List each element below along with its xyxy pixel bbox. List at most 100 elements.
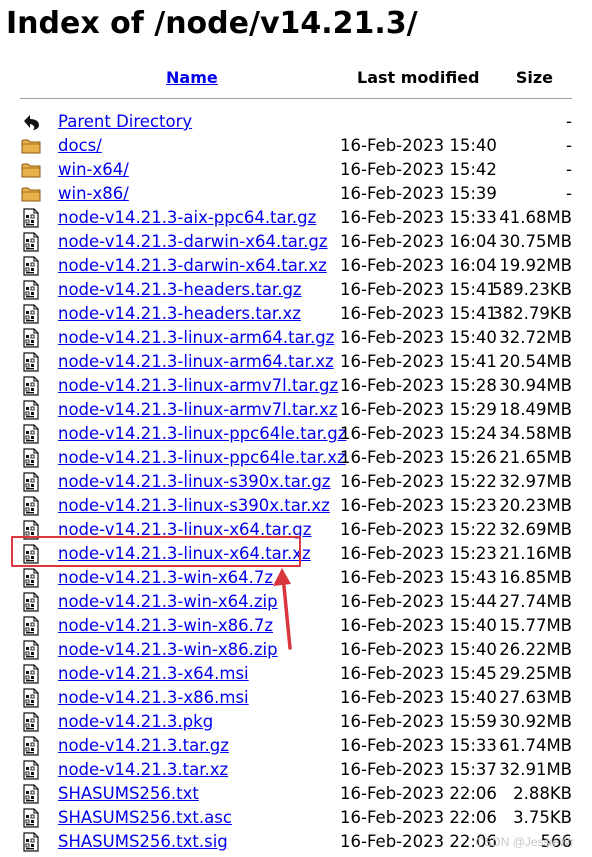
modified-date: 16-Feb-2023 15:26 xyxy=(340,448,497,467)
file-link[interactable]: node-v14.21.3-x64.msi xyxy=(58,662,249,686)
file-link[interactable]: SHASUMS256.txt xyxy=(58,782,199,806)
list-item: SHASUMS256.txt 16-Feb-2023 22:06 2.88KB xyxy=(0,782,592,806)
file-link[interactable]: node-v14.21.3-linux-s390x.tar.gz xyxy=(58,470,331,494)
list-item: node-v14.21.3-linux-s390x.tar.gz 16-Feb-2… xyxy=(0,470,592,494)
file-size: 27.74MB xyxy=(499,592,572,611)
binary-file-icon xyxy=(21,232,41,252)
file-size: 32.69MB xyxy=(499,520,572,539)
list-item: win-x64/16-Feb-2023 15:42 - xyxy=(0,158,592,182)
highlight-box xyxy=(11,536,301,567)
red-arrow-annotation xyxy=(273,568,292,650)
modified-date: 16-Feb-2023 15:22 xyxy=(340,520,497,539)
list-item: node-v14.21.3-darwin-x64.tar.gz 16-Feb-20… xyxy=(0,230,592,254)
file-link[interactable]: node-v14.21.3.tar.xz xyxy=(58,758,228,782)
file-size: 20.23MB xyxy=(499,496,572,515)
file-link[interactable]: node-v14.21.3-darwin-x64.tar.xz xyxy=(58,254,327,278)
binary-file-icon xyxy=(21,496,41,516)
binary-file-icon xyxy=(21,712,41,732)
file-size: 32.97MB xyxy=(499,472,572,491)
file-size: - xyxy=(566,160,572,179)
list-item: node-v14.21.3.tar.xz 16-Feb-2023 15:37 32.… xyxy=(0,758,592,782)
file-size: 30.75MB xyxy=(499,232,572,251)
list-item: node-v14.21.3-aix-ppc64.tar.gz 16-Feb-202… xyxy=(0,206,592,230)
modified-date: 16-Feb-2023 16:04 xyxy=(340,232,497,251)
list-item: node-v14.21.3.pkg 16-Feb-2023 15:59 30.92M… xyxy=(0,710,592,734)
file-link[interactable]: node-v14.21.3-linux-armv7l.tar.gz xyxy=(58,374,338,398)
binary-file-icon xyxy=(21,736,41,756)
file-link[interactable]: node-v14.21.3-headers.tar.gz xyxy=(58,278,302,302)
list-item: node-v14.21.3-x86.msi 16-Feb-2023 15:40 27… xyxy=(0,686,592,710)
file-size: 41.68MB xyxy=(499,208,572,227)
file-link[interactable]: node-v14.21.3-linux-arm64.tar.xz xyxy=(58,350,334,374)
file-link[interactable]: node-v14.21.3.pkg xyxy=(58,710,213,734)
file-link[interactable]: node-v14.21.3-linux-armv7l.tar.xz xyxy=(58,398,337,422)
watermark: CSDN @JessieWr xyxy=(475,835,574,849)
modified-date: 16-Feb-2023 15:41 xyxy=(340,352,497,371)
binary-file-icon xyxy=(21,640,41,660)
modified-date: 16-Feb-2023 15:24 xyxy=(340,424,497,443)
file-size: 32.91MB xyxy=(499,760,572,779)
binary-file-icon xyxy=(21,808,41,828)
modified-date: 16-Feb-2023 15:43 xyxy=(340,568,497,587)
file-link[interactable]: node-v14.21.3-win-x86.7z xyxy=(58,614,273,638)
file-link[interactable]: node-v14.21.3-linux-arm64.tar.gz xyxy=(58,326,334,350)
modified-date: 16-Feb-2023 15:37 xyxy=(340,760,497,779)
file-size: - xyxy=(566,112,572,131)
binary-file-icon xyxy=(21,760,41,780)
binary-file-icon xyxy=(21,352,41,372)
file-link[interactable]: node-v14.21.3-linux-s390x.tar.xz xyxy=(58,494,330,518)
list-item: node-v14.21.3-linux-ppc64le.tar.xz 16-Feb… xyxy=(0,446,592,470)
modified-date: 16-Feb-2023 15:40 xyxy=(340,688,497,707)
file-link[interactable]: win-x86/ xyxy=(58,182,129,206)
list-item: node-v14.21.3-linux-s390x.tar.xz 16-Feb-2… xyxy=(0,494,592,518)
modified-date: 16-Feb-2023 22:06 xyxy=(340,784,497,803)
file-size: 29.25MB xyxy=(499,664,572,683)
binary-file-icon xyxy=(21,448,41,468)
back-arrow-icon xyxy=(21,112,41,132)
sort-by-name-link[interactable]: Name xyxy=(166,66,218,90)
modified-date: 16-Feb-2023 15:40 xyxy=(340,640,497,659)
binary-file-icon xyxy=(21,256,41,276)
header-divider xyxy=(20,98,572,99)
list-item: node-v14.21.3-linux-arm64.tar.gz 16-Feb-2… xyxy=(0,326,592,350)
file-link[interactable]: node-v14.21.3-win-x64.zip xyxy=(58,590,278,614)
file-link[interactable]: node-v14.21.3-linux-ppc64le.tar.xz xyxy=(58,446,346,470)
modified-date: 16-Feb-2023 15:28 xyxy=(340,376,497,395)
file-size: - xyxy=(566,136,572,155)
binary-file-icon xyxy=(21,424,41,444)
list-item: SHASUMS256.txt.asc 16-Feb-2023 22:06 3.75K… xyxy=(0,806,592,830)
file-link[interactable]: SHASUMS256.txt.asc xyxy=(58,806,232,830)
modified-date: 16-Feb-2023 15:59 xyxy=(340,712,497,731)
file-link[interactable]: node-v14.21.3-win-x86.zip xyxy=(58,638,278,662)
binary-file-icon xyxy=(21,208,41,228)
binary-file-icon xyxy=(21,328,41,348)
file-link[interactable]: SHASUMS256.txt.sig xyxy=(58,830,228,854)
file-link[interactable]: node-v14.21.3-darwin-x64.tar.gz xyxy=(58,230,327,254)
modified-date: 16-Feb-2023 15:23 xyxy=(340,544,497,563)
list-item: node-v14.21.3-linux-ppc64le.tar.gz 16-Feb… xyxy=(0,422,592,446)
list-item: Parent Directory - xyxy=(0,110,592,134)
list-item: node-v14.21.3-headers.tar.gz 16-Feb-2023 … xyxy=(0,278,592,302)
file-size: - xyxy=(566,184,572,203)
size-header: Size xyxy=(515,68,553,87)
list-item: node-v14.21.3.tar.gz 16-Feb-2023 15:33 61.… xyxy=(0,734,592,758)
file-link[interactable]: node-v14.21.3-aix-ppc64.tar.gz xyxy=(58,206,316,230)
file-size: 589.23KB xyxy=(492,280,572,299)
binary-file-icon xyxy=(21,616,41,636)
modified-date: 16-Feb-2023 15:23 xyxy=(340,496,497,515)
modified-date: 16-Feb-2023 15:39 xyxy=(340,184,497,203)
file-size: 3.75KB xyxy=(513,808,572,827)
file-link[interactable]: docs/ xyxy=(58,134,102,158)
page-title: Index of /node/v14.21.3/ xyxy=(6,6,418,41)
modified-date: 16-Feb-2023 15:29 xyxy=(340,400,497,419)
folder-icon xyxy=(21,136,41,156)
modified-date: 16-Feb-2023 15:45 xyxy=(340,664,497,683)
file-link[interactable]: node-v14.21.3-win-x64.7z xyxy=(58,566,273,590)
file-link[interactable]: win-x64/ xyxy=(58,158,129,182)
file-link[interactable]: Parent Directory xyxy=(58,110,192,134)
file-link[interactable]: node-v14.21.3-headers.tar.xz xyxy=(58,302,301,326)
file-link[interactable]: node-v14.21.3-linux-ppc64le.tar.gz xyxy=(58,422,346,446)
file-link[interactable]: node-v14.21.3.tar.gz xyxy=(58,734,229,758)
modified-date: 16-Feb-2023 22:06 xyxy=(340,808,497,827)
file-link[interactable]: node-v14.21.3-x86.msi xyxy=(58,686,249,710)
